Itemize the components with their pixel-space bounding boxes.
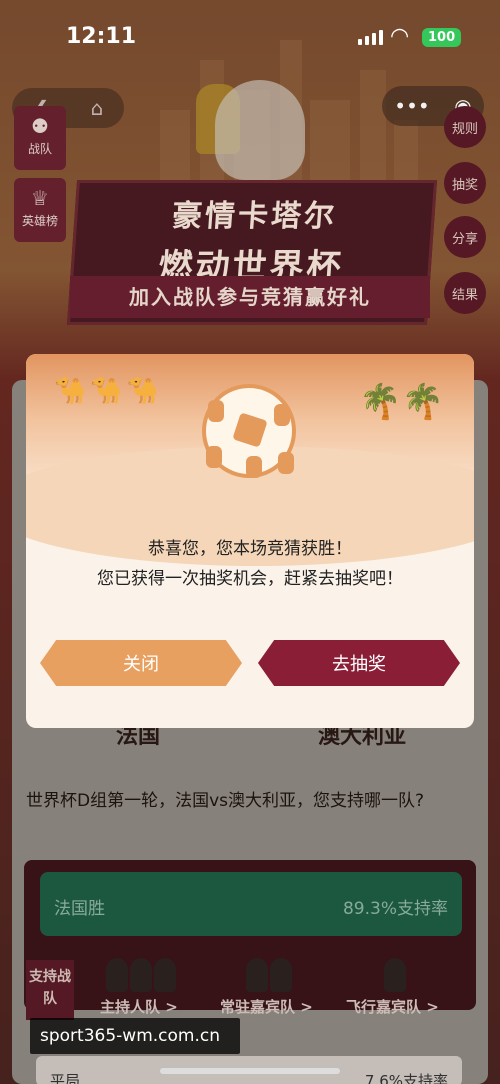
soccer-ball-icon xyxy=(202,384,296,478)
close-button[interactable]: 关闭 xyxy=(40,640,242,686)
dialog-line1: 恭喜您，您本场竞猜获胜！ xyxy=(148,539,352,559)
signal-icon xyxy=(358,30,383,45)
battery-icon: 100 xyxy=(422,28,462,47)
watermark: sport365-wm.com.cn xyxy=(30,1018,240,1054)
dialog-line2: 您已获得一次抽奖机会，赶紧去抽奖吧！ xyxy=(97,569,403,589)
win-dialog: 🐪🐪🐪 🌴🌴 恭喜您，您本场竞猜获胜！ 您已获得一次抽奖机会，赶紧去抽奖吧！ 关… xyxy=(26,354,474,728)
wifi-icon: ◠ xyxy=(390,24,410,49)
camel-icon: 🐪🐪🐪 xyxy=(54,376,164,406)
status-bar: 12:11 ◠ 100 xyxy=(0,0,500,72)
go-draw-button[interactable]: 去抽奖 xyxy=(258,640,460,686)
palm-tree-icon: 🌴🌴 xyxy=(359,382,444,422)
status-time: 12:11 xyxy=(66,24,137,49)
dialog-header-illustration: 🐪🐪🐪 🌴🌴 xyxy=(26,354,474,566)
dialog-message: 恭喜您，您本场竞猜获胜！ 您已获得一次抽奖机会，赶紧去抽奖吧！ xyxy=(26,534,474,594)
home-indicator xyxy=(160,1068,340,1074)
